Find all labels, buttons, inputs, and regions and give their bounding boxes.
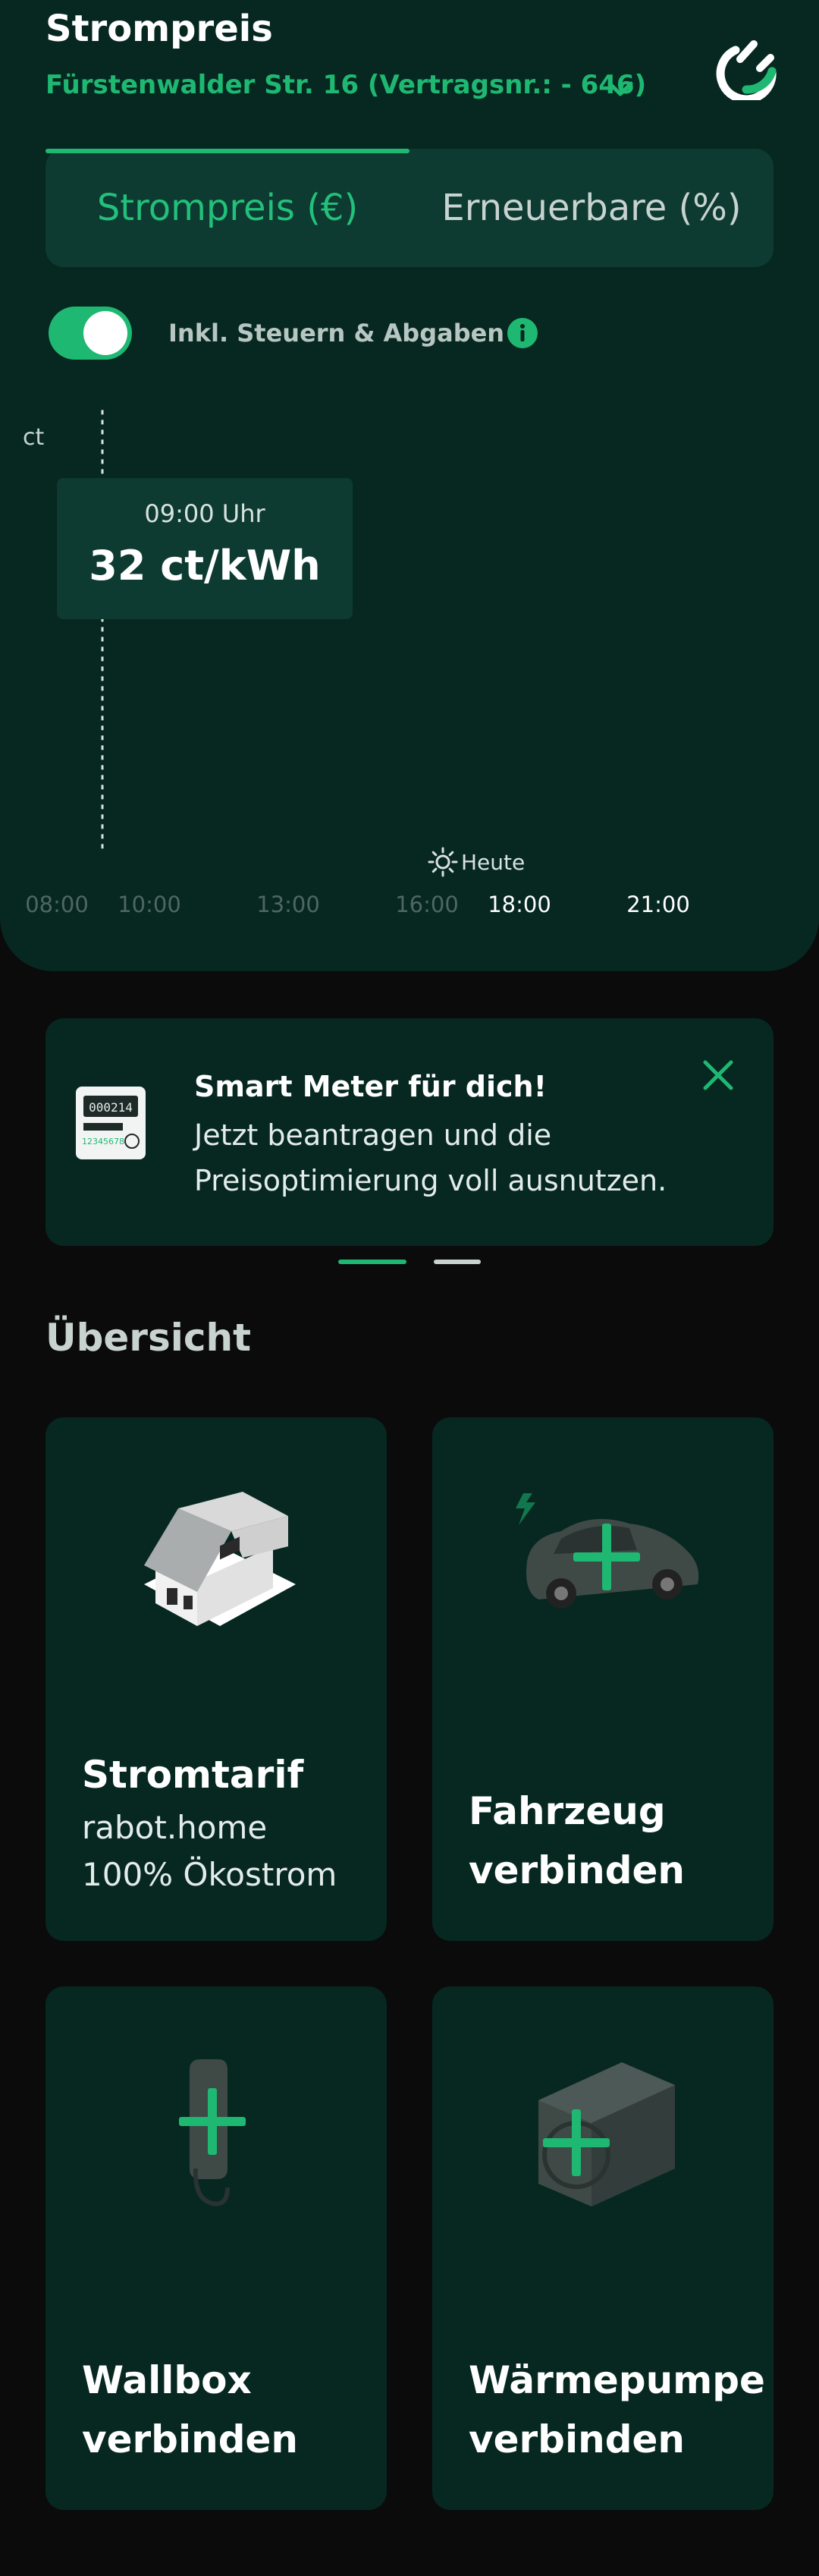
card-stromtarif[interactable]: Stromtarif rabot.home 100% Ökostrom: [46, 1417, 387, 1941]
house-icon: [144, 1492, 296, 1626]
taxes-toggle[interactable]: [49, 307, 132, 360]
plug-logo-icon: [716, 40, 777, 100]
banner-title: Smart Meter für dich!: [194, 1070, 547, 1103]
today-marker: Heute: [428, 847, 525, 877]
x-tick-label: 21:00: [626, 892, 690, 917]
card-title: verbinden: [469, 2417, 685, 2461]
card-subtitle: 100% Ökostrom: [82, 1856, 337, 1893]
card-waermepumpe[interactable]: Wärmepumpe verbinden: [432, 1986, 774, 2510]
heat-pump-add-icon: [538, 2062, 675, 2206]
sun-ray: [431, 851, 438, 857]
card-subtitle: rabot.home: [82, 1809, 268, 1846]
wallbox-add-icon: [179, 2059, 246, 2206]
price-panel: Strompreis Fürstenwalder Str. 16 (Vertra…: [0, 0, 819, 971]
sun-ray: [431, 867, 438, 873]
sun-ray: [448, 867, 454, 873]
close-icon[interactable]: [699, 1056, 737, 1094]
taxes-toggle-label: Inkl. Steuern & Abgaben: [168, 319, 505, 348]
card-wallbox[interactable]: Wallbox verbinden: [46, 1986, 387, 2510]
overview-title: Übersicht: [46, 1316, 251, 1360]
sun-icon: [428, 847, 458, 877]
x-tick-label: 08:00: [25, 892, 89, 917]
price-tooltip: 09:00 Uhr 32 ct/kWh: [57, 478, 353, 619]
svg-text:000214: 000214: [89, 1100, 133, 1115]
pager-dot[interactable]: [434, 1260, 481, 1264]
taxes-toggle-row: Inkl. Steuern & Abgaben: [49, 307, 625, 360]
x-tick-label: 18:00: [488, 892, 551, 917]
card-title: Wärmepumpe: [469, 2358, 765, 2402]
sun-ray: [448, 851, 454, 857]
x-tick-label: 13:00: [256, 892, 320, 917]
card-title: Wallbox: [82, 2358, 252, 2402]
car-add-icon: [516, 1493, 699, 1609]
x-tick-label: 10:00: [118, 892, 181, 917]
card-title: verbinden: [469, 1848, 685, 1892]
pager-dot-active[interactable]: [338, 1260, 406, 1264]
smart-meter-banner[interactable]: 000214 12345678 Smart Meter für dich! Je…: [46, 1018, 774, 1246]
tab-strompreis[interactable]: Strompreis (€): [46, 149, 410, 267]
card-title: Stromtarif: [82, 1753, 304, 1797]
tooltip-value: 32 ct/kWh: [89, 542, 320, 590]
y-axis-unit: ct: [23, 424, 44, 451]
toggle-knob: [83, 311, 127, 355]
info-icon[interactable]: [507, 317, 538, 349]
tooltip-time: 09:00 Uhr: [144, 499, 265, 528]
card-fahrzeug[interactable]: Fahrzeug verbinden: [432, 1417, 774, 1941]
address-selector[interactable]: Fürstenwalder Str. 16 (Vertragsnr.: - 64…: [46, 70, 646, 100]
card-title: verbinden: [82, 2417, 298, 2461]
today-label: Heute: [461, 850, 525, 875]
chevron-down-icon[interactable]: [605, 77, 635, 100]
card-title: Fahrzeug: [469, 1789, 666, 1833]
tab-erneuerbare[interactable]: Erneuerbare (%): [410, 149, 774, 267]
x-tick-label: 16:00: [395, 892, 459, 917]
svg-text:12345678: 12345678: [82, 1137, 124, 1146]
banner-text: Jetzt beantragen und die Preisoptimierun…: [194, 1118, 667, 1197]
price-tabs: Strompreis (€) Erneuerbare (%): [46, 149, 774, 267]
smart-meter-icon: 000214 12345678: [76, 1087, 146, 1159]
sun-core: [435, 854, 450, 870]
page-title: Strompreis: [46, 8, 273, 50]
price-chart[interactable]: ct 253035 09:00 Uhr 32 ct/kWh Heute 08:0…: [0, 410, 819, 941]
